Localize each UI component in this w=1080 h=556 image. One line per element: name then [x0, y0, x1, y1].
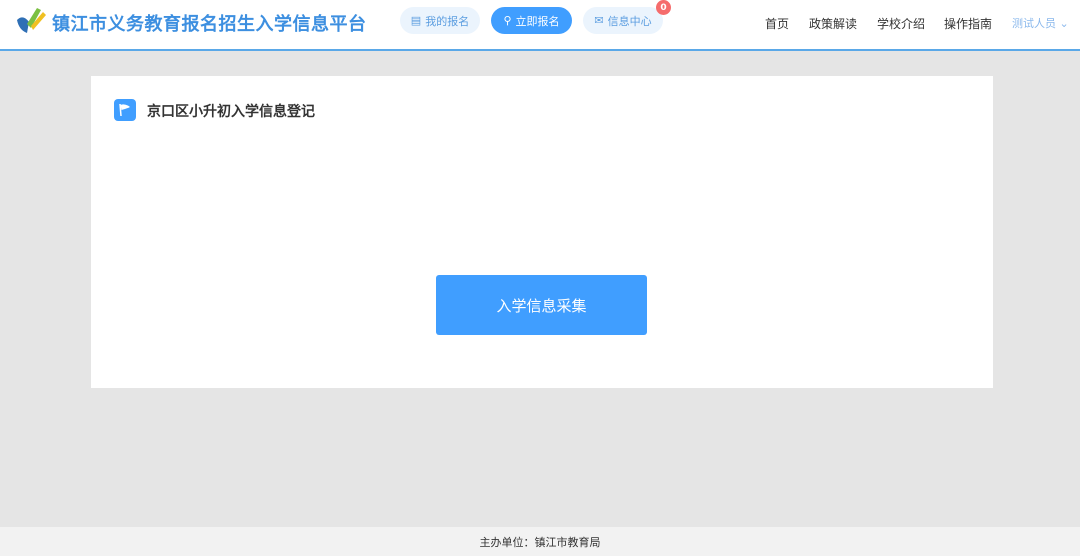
mail-icon: ✉: [594, 14, 604, 27]
card-title: 京口区小升初入学信息登记: [147, 104, 315, 120]
nav-guide[interactable]: 操作指南: [944, 15, 992, 32]
nav-home[interactable]: 首页: [765, 15, 789, 32]
collect-info-button[interactable]: 入学信息采集: [436, 275, 647, 335]
flag-icon: [114, 99, 136, 121]
user-menu[interactable]: 测试人员 ⌄: [1012, 15, 1069, 31]
header: 镇江市义务教育报名招生入学信息平台 ▤ 我的报名 ⚲ 立即报名 ✉ 信息中心 0 首页…: [0, 0, 1080, 51]
registration-card: 京口区小升初入学信息登记 入学信息采集: [91, 76, 993, 388]
nav-policy[interactable]: 政策解读: [809, 15, 857, 32]
user-icon: ⚲: [503, 14, 512, 27]
message-count-badge: 0: [656, 0, 671, 15]
calendar-icon: ▤: [410, 14, 422, 27]
logo-icon: [17, 8, 46, 33]
footer: 主办单位：镇江市教育局: [0, 527, 1080, 556]
chevron-down-icon: ⌄: [1059, 17, 1069, 30]
my-registration-button[interactable]: ▤ 我的报名: [400, 7, 480, 34]
nav-schools[interactable]: 学校介绍: [877, 15, 925, 32]
register-now-button[interactable]: ⚲ 立即报名: [491, 7, 572, 34]
message-center-button[interactable]: ✉ 信息中心: [583, 7, 663, 34]
site-title: 镇江市义务教育报名招生入学信息平台: [52, 14, 367, 35]
